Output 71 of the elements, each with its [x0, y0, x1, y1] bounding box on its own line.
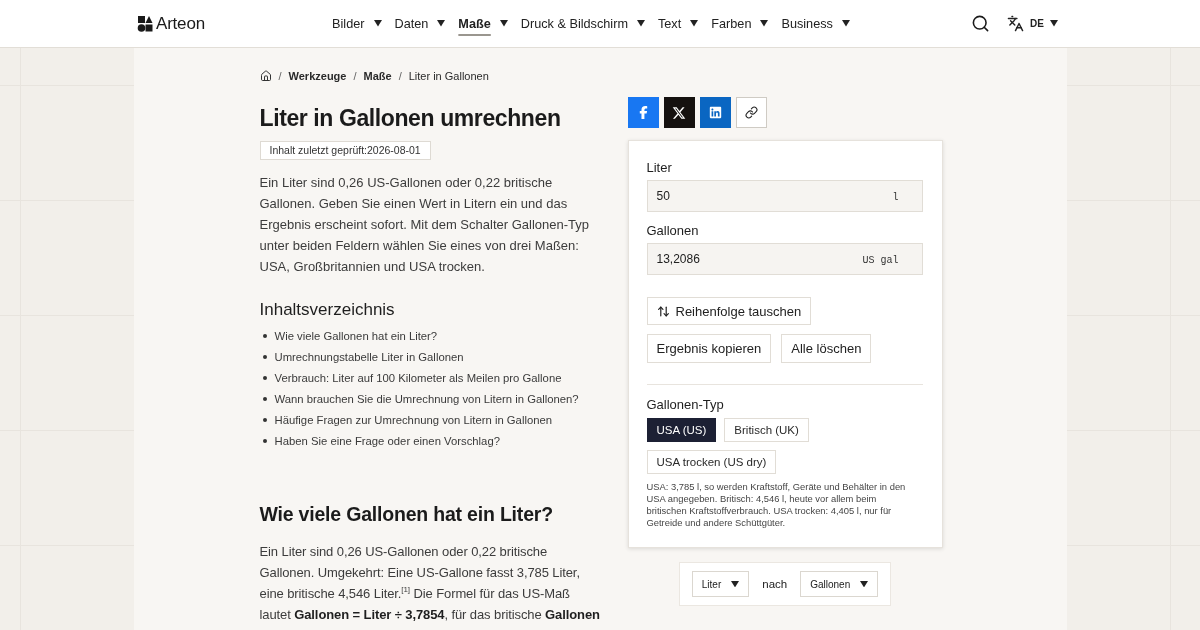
- unit-label: US gal: [862, 255, 899, 267]
- review-date-badge: Inhalt zuletzt geprüft:2026-08-01: [259, 141, 431, 160]
- x-share-button[interactable]: [663, 97, 695, 128]
- nav-menu-item[interactable]: Daten: [394, 12, 446, 35]
- nav-menu-item[interactable]: Maße: [458, 12, 508, 35]
- translate-icon: [1007, 15, 1025, 32]
- gallon-type-option[interactable]: Britisch (UK): [724, 418, 809, 442]
- current-page-label: Liter in Gallonen: [408, 70, 489, 82]
- bullet-icon: [262, 438, 267, 443]
- toc-link[interactable]: Häufige Fragen zur Umrechnung von Litern in Gallonen: [274, 413, 553, 426]
- logo-icon: [137, 15, 153, 32]
- search-button[interactable]: [971, 14, 991, 33]
- nav-menu-item[interactable]: Druck & Bildschirm: [520, 12, 645, 35]
- field-label: Gallonen: [646, 223, 699, 239]
- caret-icon: [690, 20, 699, 27]
- bullet-icon: [262, 417, 267, 422]
- toc-link[interactable]: Wie viele Gallonen hat ein Liter?: [274, 329, 438, 342]
- nav-menu-item[interactable]: Bilder: [332, 12, 382, 35]
- logo-text: Arteon: [156, 13, 205, 34]
- unit-label: l: [892, 192, 899, 204]
- nav-menu-item[interactable]: Business: [781, 12, 850, 35]
- gallon-type-option[interactable]: USA (US): [646, 418, 717, 442]
- caret-icon: [841, 20, 850, 27]
- toc-link[interactable]: Verbrauch: Liter auf 100 Kilometer als Meilen pro Gallone: [274, 371, 562, 384]
- breadcrumb-link[interactable]: Maße: [363, 70, 392, 82]
- toc-link[interactable]: Umrechnungstabelle Liter in Gallonen: [274, 350, 464, 363]
- copy-link-button[interactable]: [735, 97, 767, 128]
- action-button[interactable]: Ergebnis kopieren: [646, 334, 772, 363]
- bullet-icon: [262, 333, 267, 338]
- breadcrumb-link[interactable]: Werkzeuge: [288, 70, 347, 82]
- caret-icon: [860, 580, 869, 588]
- language-selector[interactable]: DE: [1007, 15, 1058, 32]
- facebook-share-button[interactable]: [627, 97, 659, 128]
- joiner-text: nach: [762, 578, 788, 590]
- x-logo-icon: [672, 105, 686, 120]
- caret-icon: [731, 580, 740, 588]
- breadcrumb-separator: /: [353, 70, 357, 82]
- from-unit-select[interactable]: Liter: [691, 571, 750, 597]
- caret-icon: [636, 20, 645, 27]
- action-button[interactable]: Alle löschen: [781, 334, 872, 363]
- caret-icon: [499, 20, 508, 27]
- swap-arrows-icon: [656, 304, 670, 318]
- bullet-icon: [262, 396, 267, 401]
- toc-link[interactable]: Haben Sie eine Frage oder einen Vorschlag?: [274, 434, 500, 447]
- to-unit-select[interactable]: Gallonen: [800, 571, 879, 597]
- caret-icon: [437, 20, 446, 27]
- breadcrumb-separator: /: [398, 70, 402, 82]
- bullet-icon: [262, 375, 267, 380]
- intro-paragraph: Ein Liter sind 0,26 US-Gallonen oder 0,22 britische Gallonen. Geben Sie einen Wert in Litern ein und das Ergebnis erscheint sofort. Mit dem Schalter Gallonen-Typ unter beiden Feldern wählen Sie eines von drei Maßen: USA, Großbritannien und USA trocken.: [259, 174, 590, 276]
- gallon-type-option[interactable]: USA trocken (US dry): [646, 450, 777, 474]
- gallon-type-label: Gallonen-Typ: [646, 397, 724, 413]
- caret-icon: [760, 20, 769, 27]
- page-title: Liter in Gallonen umrechnen: [259, 105, 561, 131]
- breadcrumb-separator: /: [278, 70, 282, 82]
- link-icon: [744, 106, 758, 119]
- bullet-icon: [262, 354, 267, 359]
- field-label: Liter: [646, 160, 672, 176]
- search-icon: [971, 14, 991, 33]
- linkedin-share-button[interactable]: [699, 97, 731, 128]
- section-heading: Wie viele Gallonen hat ein Liter?: [259, 502, 553, 526]
- caret-icon: [1050, 20, 1058, 27]
- linkedin-icon: [708, 106, 722, 119]
- gallon-type-note: USA: 3,785 l, so werden Kraftstoff, Geräte und Behälter in den USA angegeben. Britisch: 4,546 l, heute vor allem beim britischen Kraftstoffverbrauch. USA trocken: 4,405 l, nur für Getreide und andere Schüttgüter.: [646, 481, 907, 529]
- toc-heading: Inhaltsverzeichnis: [259, 299, 395, 321]
- toc-link[interactable]: Wann brauchen Sie die Umrechnung von Litern in Gallonen?: [274, 392, 579, 405]
- nav-menu-item[interactable]: Farben: [711, 12, 769, 35]
- home-icon[interactable]: [259, 70, 272, 82]
- caret-icon: [373, 20, 382, 27]
- swap-order-button[interactable]: Reihenfolge tauschen: [646, 297, 812, 325]
- section-paragraph: Ein Liter sind 0,26 US-Gallonen oder 0,22 britische Gallonen. Umgekehrt: Eine US-Gallone fasst 3,785 Liter, eine britische 4,546 Liter.$^{[1]}$ Die Formel für das US-Maß lautet Gallonen = Liter ÷ 3,7854, für das britische Gallonen: [259, 543, 601, 624]
- nav-menu-item[interactable]: Text: [657, 12, 699, 35]
